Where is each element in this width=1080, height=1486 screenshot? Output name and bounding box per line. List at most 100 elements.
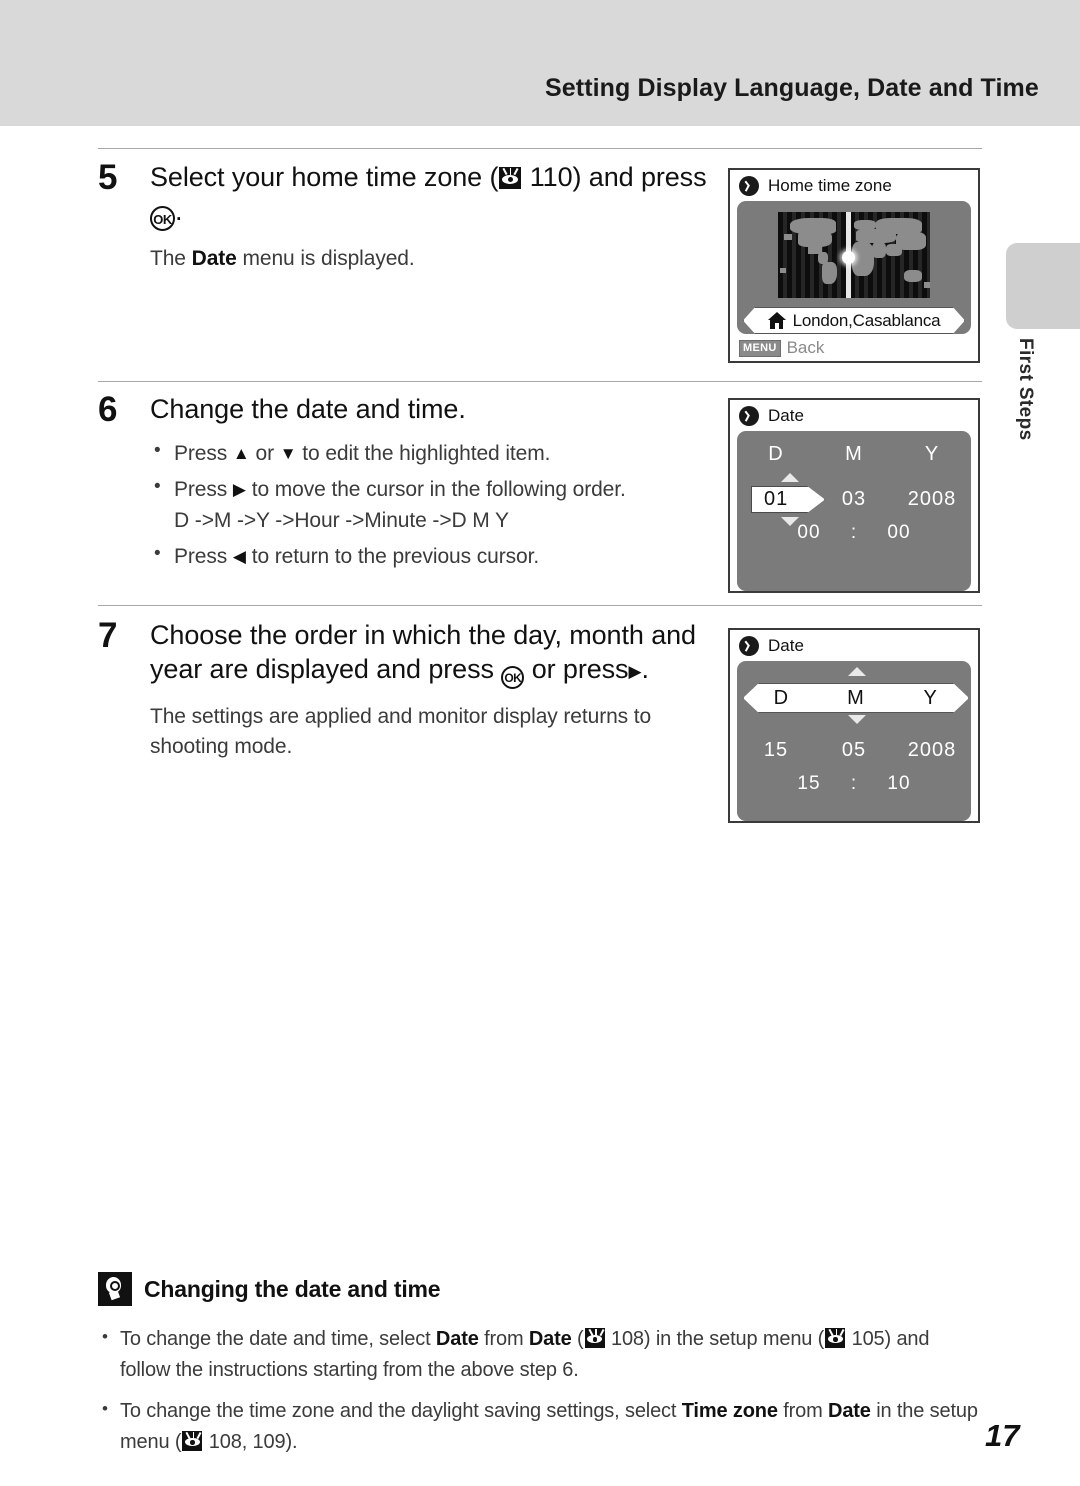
date-step7-values: 15 05 2008: [737, 739, 971, 762]
date-header-year: Y: [923, 686, 938, 709]
cursor-up-triangle-icon[interactable]: [781, 473, 799, 482]
arrow-right-icon: ▶: [232, 479, 246, 499]
selected-city-marker: [842, 250, 855, 264]
arrow-up-icon: ▲: [232, 444, 250, 464]
screen-date-step7: Date D M Y 15 05 2008 15 : 10: [728, 628, 980, 823]
screen-home-time-zone-body: London,Casablanca: [737, 201, 971, 334]
page-header-band: Setting Display Language, Date and Time: [0, 0, 1080, 126]
page-reference-icon: [584, 1328, 605, 1348]
divider-top: [98, 148, 982, 149]
note-section: Changing the date and time To change the…: [98, 1272, 982, 1468]
clock-icon: [739, 405, 759, 426]
note-2-ref1: 108, 109: [208, 1431, 286, 1453]
time-minute: 10: [887, 773, 911, 794]
section-tab-label: First Steps: [1015, 338, 1036, 441]
step-5-heading-part-b: ) and press: [572, 162, 707, 192]
step-5-heading-part-c: .: [175, 196, 183, 227]
step-5-page-ref: 110: [529, 162, 573, 192]
cursor-down-triangle-icon[interactable]: [781, 517, 799, 526]
page-reference-icon: [825, 1328, 846, 1348]
date-header-month: M: [847, 686, 865, 709]
step-5-sub-bold: Date: [191, 247, 237, 271]
step-5: 5 Select your home time zone ( 110) and …: [98, 160, 718, 274]
clock-icon: [739, 635, 759, 656]
page-title: Setting Display Language, Date and Time: [545, 74, 1039, 102]
time-separator: :: [850, 522, 858, 543]
note-1-ref1: 108: [610, 1328, 644, 1350]
step-7-subtext: The settings are applied and monitor dis…: [150, 705, 652, 759]
note-heading-row: Changing the date and time: [98, 1272, 982, 1306]
screen-home-time-zone-title-row: Home time zone: [730, 170, 978, 201]
step-6-number: 6: [98, 390, 118, 429]
clock-icon: [739, 175, 759, 196]
step-6-b2-a: Press: [174, 477, 233, 501]
step-6-b1-c: to edit the highlighted item.: [296, 442, 551, 466]
page-reference-icon: [182, 1431, 203, 1451]
date-value-month: 05: [841, 739, 867, 761]
world-map-wrap: [737, 201, 971, 305]
menu-button-chip: MENU: [739, 339, 781, 357]
note-2-b1: Time zone: [681, 1400, 778, 1422]
step-5-number: 5: [98, 158, 118, 197]
step-7-heading-b: or press: [531, 654, 629, 685]
date-cursor-value-day: 01: [764, 488, 789, 510]
selected-city-banner[interactable]: London,Casablanca: [743, 307, 965, 334]
note-2-a: To change the time zone and the daylight…: [120, 1400, 682, 1422]
step-6-bullet-1: Press ▲ or ▼ to edit the highlighted ite…: [150, 437, 718, 470]
screen-date-step6-body: D M Y 01 03 2008 01 00 : 00: [737, 431, 971, 591]
step-6-b2-b: to move the cursor in the following orde…: [246, 477, 626, 501]
note-1-c: from: [478, 1328, 529, 1350]
divider-step6: [98, 381, 982, 382]
date-header-year: Y: [924, 443, 940, 465]
note-2-e: ).: [285, 1431, 298, 1453]
time-separator: :: [850, 773, 858, 794]
date-value-month: 03: [841, 488, 867, 510]
arrow-down-icon: ▼: [279, 444, 297, 464]
arrow-right-icon: ▶: [628, 662, 642, 682]
note-1-e: ) in the setup menu (: [643, 1328, 825, 1350]
step-6-b3-b: to return to the previous cursor.: [246, 544, 540, 568]
screen-date-step6-title: Date: [768, 405, 804, 425]
note-item-1: To change the date and time, select Date…: [98, 1324, 982, 1386]
date-value-year: 2008: [907, 488, 957, 510]
step-6-heading: Change the date and time.: [150, 394, 466, 424]
divider-step7: [98, 605, 982, 606]
step-6: 6 Change the date and time. Press ▲ or ▼…: [98, 392, 718, 576]
screen-date-step7-title-row: Date: [730, 630, 978, 661]
screen-date-step7-body: D M Y 15 05 2008 15 : 10: [737, 661, 971, 821]
step-7-number: 7: [98, 616, 118, 655]
date-header-day: D: [768, 443, 784, 465]
note-1-a: To change the date and time, select: [120, 1328, 436, 1350]
time-hour: 15: [797, 773, 821, 794]
note-items: To change the date and time, select Date…: [98, 1324, 982, 1458]
menu-back-label: Back: [786, 338, 825, 357]
step-5-sub-a: The: [150, 247, 192, 271]
note-title: Changing the date and time: [144, 1275, 441, 1302]
step-7: 7 Choose the order in which the day, mon…: [98, 618, 718, 763]
step-6-b1-b: or: [249, 442, 280, 466]
step-6-b2-order: D ->M ->Y ->Hour ->Minute ->D M Y: [174, 509, 509, 533]
note-2-b2: Date: [828, 1400, 871, 1422]
ok-button-glyph: OK: [150, 206, 175, 232]
step-5-sub-b: menu is displayed.: [236, 247, 415, 271]
date-order-cursor[interactable]: D M Y: [743, 683, 969, 713]
note-1-ref2: 105: [851, 1328, 885, 1350]
cursor-down-triangle-icon[interactable]: [848, 715, 866, 724]
step-5-heading-part-a: Select your home time zone (: [150, 162, 499, 192]
section-tab-marker: [1006, 243, 1080, 329]
note-1-b2: Date: [528, 1328, 572, 1350]
screen-date-step6-title-row: Date: [730, 400, 978, 431]
step-7-heading: Choose the order in which the day, month…: [150, 618, 718, 690]
note-1-d: (: [571, 1328, 584, 1350]
note-1-b1: Date: [435, 1328, 479, 1350]
date-header-month: M: [845, 443, 863, 465]
selected-city-label: London,Casablanca: [792, 310, 941, 330]
date-step6-headers: D M Y: [737, 443, 971, 466]
world-map: [778, 211, 930, 298]
ok-button-glyph: OK: [501, 666, 525, 690]
step-6-b3-a: Press: [174, 544, 233, 568]
screen-home-time-zone: Home time zone London,Casablanca MENU Ba…: [728, 168, 980, 363]
screen-menu-back-row[interactable]: MENU Back: [730, 335, 978, 361]
cursor-up-triangle-icon[interactable]: [848, 667, 866, 676]
screen-date-step6: Date D M Y 01 03 2008 01 00 : 00: [728, 398, 980, 593]
